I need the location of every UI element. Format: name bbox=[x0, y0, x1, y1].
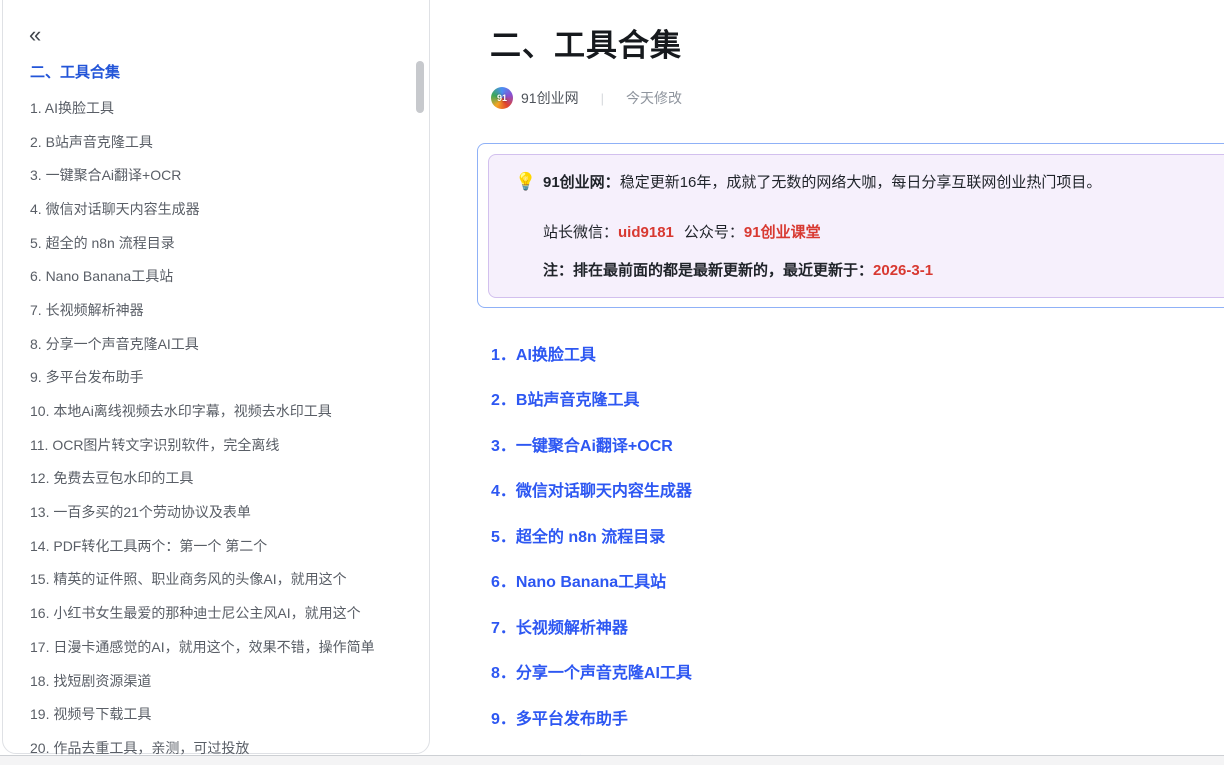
toc-item[interactable]: 14. PDF转化工具两个：第一个 第二个 bbox=[30, 529, 409, 563]
tool-link[interactable]: 5．超全的 n8n 流程目录 bbox=[491, 512, 1224, 558]
toc-item[interactable]: 13. 一百多买的21个劳动协议及表单 bbox=[30, 495, 409, 529]
author-avatar: 91 bbox=[491, 87, 513, 109]
page-title: 二、工具合集 bbox=[490, 20, 682, 65]
toc-item[interactable]: 4. 微信对话聊天内容生成器 bbox=[30, 192, 409, 226]
callout-block: 💡 91创业网：稳定更新16年，成就了无数的网络大咖，每日分享互联网创业热门项目… bbox=[488, 154, 1224, 298]
official-account-name: 91创业课堂 bbox=[744, 224, 821, 241]
toc-item[interactable]: 3. 一键聚合Ai翻译+OCR bbox=[30, 158, 409, 192]
lightbulb-emoji-icon: 💡 bbox=[515, 170, 536, 194]
toc-item[interactable]: 9. 多平台发布助手 bbox=[30, 361, 409, 395]
toc-item[interactable]: 8. 分享一个声音克隆AI工具 bbox=[30, 327, 409, 361]
toc-item[interactable]: 2. B站声音克隆工具 bbox=[30, 125, 409, 159]
tool-link[interactable]: 1．AI换脸工具 bbox=[491, 330, 1224, 376]
toc-item[interactable]: 12. 免费去豆包水印的工具 bbox=[30, 462, 409, 496]
toc-item[interactable]: 6. Nano Banana工具站 bbox=[30, 259, 409, 293]
toc-item[interactable]: 7. 长视频解析神器 bbox=[30, 293, 409, 327]
meta-divider: | bbox=[601, 91, 604, 106]
toc-item[interactable]: 18. 找短剧资源渠道 bbox=[30, 664, 409, 698]
tool-link-list: 1．AI换脸工具2．B站声音克隆工具3．一键聚合Ai翻译+OCR4．微信对话聊天… bbox=[491, 330, 1224, 765]
callout-line-3: 注：排在最前面的都是最新更新的，最近更新于：2026-3-1 bbox=[543, 259, 1224, 283]
callout-line-2: 站长微信：uid9181 公众号：91创业课堂 bbox=[543, 221, 1224, 245]
toc-item[interactable]: 5. 超全的 n8n 流程目录 bbox=[30, 226, 409, 260]
toc-item[interactable]: 19. 视频号下载工具 bbox=[30, 697, 409, 731]
toc-sidebar: « 二、工具合集 1. AI换脸工具2. B站声音克隆工具3. 一键聚合Ai翻译… bbox=[2, 0, 430, 754]
tool-link[interactable]: 4．微信对话聊天内容生成器 bbox=[491, 467, 1224, 513]
horizontal-scrollbar[interactable] bbox=[0, 755, 1224, 765]
toc-item[interactable]: 10. 本地Ai离线视频去水印字幕，视频去水印工具 bbox=[30, 394, 409, 428]
callout-line-1: 91创业网：稳定更新16年，成就了无数的网络大咖，每日分享互联网创业热门项目。 bbox=[543, 171, 1224, 195]
tool-link[interactable]: 9．多平台发布助手 bbox=[491, 694, 1224, 740]
official-account-label: 公众号： bbox=[684, 224, 744, 241]
toc-item[interactable]: 1. AI换脸工具 bbox=[30, 91, 409, 125]
toc-item[interactable]: 15. 精英的证件照、职业商务风的头像AI，就用这个 bbox=[30, 563, 409, 597]
toc-list: 1. AI换脸工具2. B站声音克隆工具3. 一键聚合Ai翻译+OCR4. 微信… bbox=[30, 91, 409, 765]
last-modified-label: 今天修改 bbox=[626, 88, 682, 108]
tool-link[interactable]: 2．B站声音克隆工具 bbox=[491, 376, 1224, 422]
wechat-id: uid9181 bbox=[618, 224, 674, 241]
last-update-date: 2026-3-1 bbox=[873, 262, 933, 279]
author-name: 91创业网 bbox=[521, 88, 579, 108]
tool-link[interactable]: 8．分享一个声音克隆AI工具 bbox=[491, 649, 1224, 695]
toc-title[interactable]: 二、工具合集 bbox=[30, 61, 120, 82]
tool-link[interactable]: 7．长视频解析神器 bbox=[491, 603, 1224, 649]
toc-item[interactable]: 16. 小红书女生最爱的那种迪士尼公主风AI，就用这个 bbox=[30, 596, 409, 630]
collapse-sidebar-icon[interactable]: « bbox=[29, 25, 41, 45]
tool-link[interactable]: 3．一键聚合Ai翻译+OCR bbox=[491, 421, 1224, 467]
tool-link[interactable]: 6．Nano Banana工具站 bbox=[491, 558, 1224, 604]
document-page: « 二、工具合集 1. AI换脸工具2. B站声音克隆工具3. 一键聚合Ai翻译… bbox=[0, 0, 1224, 765]
callout-site-name: 91创业网： bbox=[543, 174, 620, 191]
toc-item[interactable]: 11. OCR图片转文字识别软件，完全离线 bbox=[30, 428, 409, 462]
sidebar-scrollbar-thumb[interactable] bbox=[416, 61, 424, 113]
wechat-label: 站长微信： bbox=[543, 224, 618, 241]
toc-item[interactable]: 17. 日漫卡通感觉的AI，就用这个，效果不错，操作简单 bbox=[30, 630, 409, 664]
doc-meta-row: 91 91创业网 | 今天修改 bbox=[491, 87, 682, 109]
callout-intro-text: 稳定更新16年，成就了无数的网络大咖，每日分享互联网创业热门项目。 bbox=[620, 174, 1102, 191]
note-text: 注：排在最前面的都是最新更新的，最近更新于： bbox=[543, 262, 873, 279]
